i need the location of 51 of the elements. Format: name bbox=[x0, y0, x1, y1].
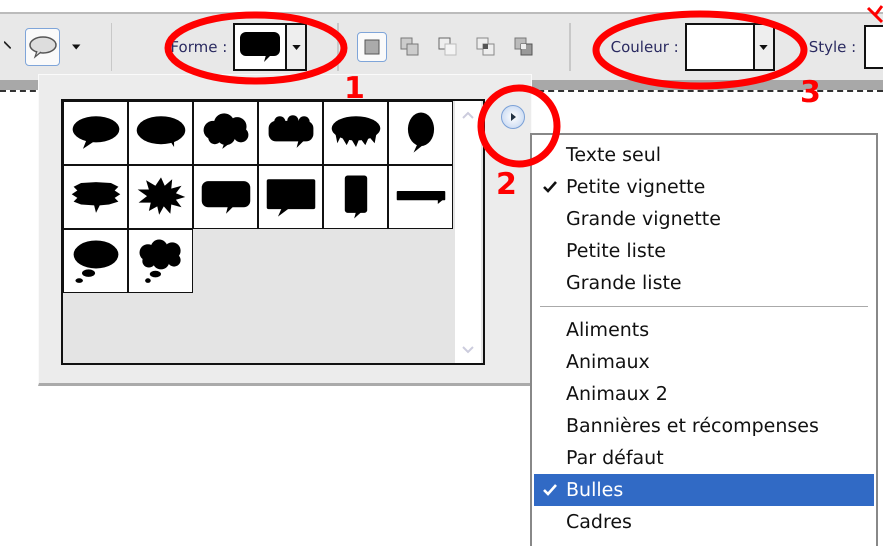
menu-item[interactable]: Grande vignette bbox=[534, 203, 874, 235]
overlapping-squares-icon bbox=[512, 36, 535, 58]
shape-swatch[interactable] bbox=[323, 101, 388, 165]
checkmark-icon bbox=[543, 181, 557, 193]
shape-swatch[interactable] bbox=[388, 101, 453, 165]
annotation-mark bbox=[866, 4, 883, 24]
menu-item[interactable]: Texte seul bbox=[534, 139, 874, 171]
menu-item[interactable]: Petite liste bbox=[534, 235, 874, 267]
overlapping-squares-icon bbox=[474, 36, 497, 58]
speech-bubble-icon bbox=[28, 35, 58, 59]
annotation-number: 2 bbox=[496, 170, 517, 200]
checkmark-icon bbox=[543, 484, 557, 496]
shape-swatch[interactable] bbox=[63, 229, 128, 293]
panel-menu-button[interactable] bbox=[501, 105, 525, 129]
shape-swatch[interactable] bbox=[258, 165, 323, 229]
menu-item[interactable]: Grande liste bbox=[534, 267, 874, 299]
shape-swatch[interactable] bbox=[63, 101, 128, 165]
shape-label: Forme : bbox=[170, 38, 228, 56]
shape-preset-button[interactable] bbox=[24, 28, 60, 66]
menu-item[interactable]: Animaux bbox=[534, 346, 874, 378]
shape-picker[interactable] bbox=[233, 23, 308, 71]
shape-mode-button[interactable] bbox=[356, 32, 387, 62]
menu-item[interactable]: Bulles bbox=[534, 474, 874, 506]
shape-swatch[interactable] bbox=[63, 165, 128, 229]
shape-swatch[interactable] bbox=[128, 229, 193, 293]
annotation-number: 1 bbox=[344, 74, 365, 104]
speech-bubble-icon bbox=[238, 30, 282, 64]
shape-swatch[interactable] bbox=[388, 165, 453, 229]
shape-swatch[interactable] bbox=[128, 165, 193, 229]
shape-swatch[interactable] bbox=[193, 165, 258, 229]
shape-swatch[interactable] bbox=[193, 101, 258, 165]
right-arrow-icon bbox=[508, 112, 518, 122]
caret-icon bbox=[292, 44, 301, 50]
annotation-number: 3 bbox=[800, 78, 821, 108]
menu-item[interactable]: Animaux 2 bbox=[534, 378, 874, 410]
shape-swatch[interactable] bbox=[128, 101, 193, 165]
color-label: Couleur : bbox=[610, 38, 679, 56]
menu-item[interactable]: Bannières et récompenses bbox=[534, 410, 874, 442]
menu-item[interactable]: Cadres bbox=[534, 506, 874, 538]
shape-swatch[interactable] bbox=[258, 101, 323, 165]
menu-item[interactable]: Petite vignette bbox=[534, 171, 874, 203]
shape-swatch[interactable] bbox=[323, 165, 388, 229]
menu-item[interactable]: Par défaut bbox=[534, 442, 874, 474]
style-label: Style : bbox=[808, 38, 856, 56]
menu-item[interactable]: Aliments bbox=[534, 314, 874, 346]
color-picker[interactable] bbox=[684, 23, 775, 71]
caret-icon[interactable] bbox=[72, 44, 81, 50]
caret-icon bbox=[759, 44, 768, 50]
style-swatch[interactable] bbox=[864, 25, 883, 69]
overlapping-squares-icon bbox=[436, 36, 459, 58]
overlapping-squares-icon bbox=[398, 36, 421, 58]
